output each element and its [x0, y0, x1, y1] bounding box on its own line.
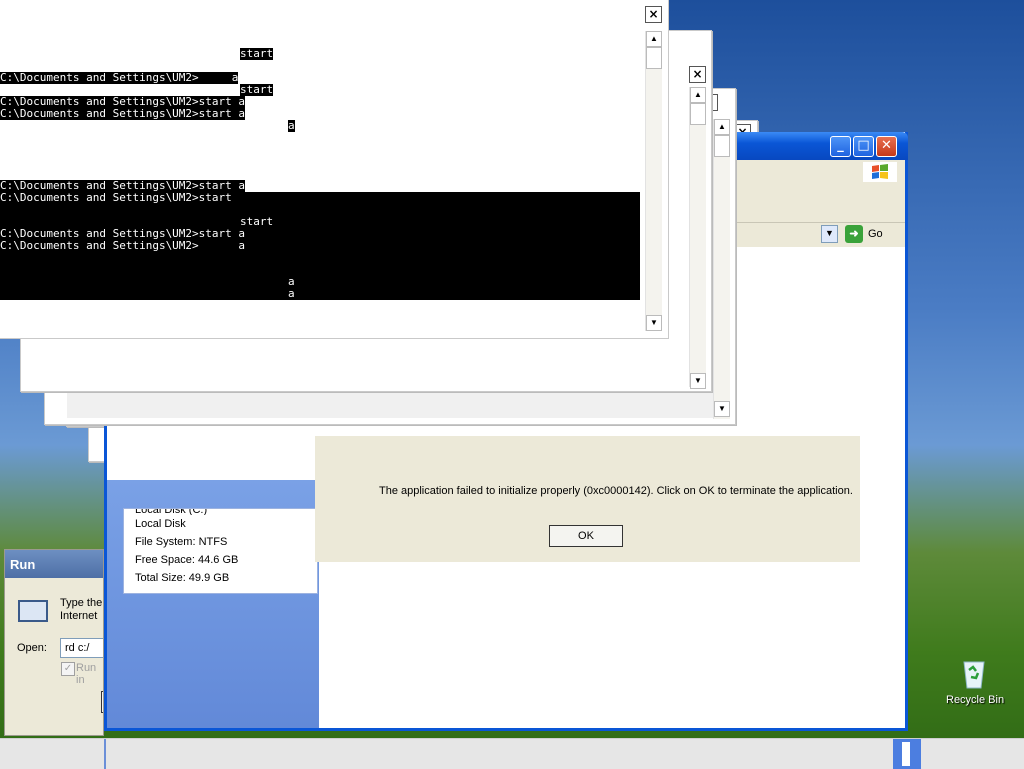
- scroll-down-button[interactable]: ▼: [714, 401, 730, 417]
- scroll-down-button[interactable]: ▼: [646, 315, 662, 331]
- address-dropdown-button[interactable]: ▼: [821, 225, 838, 243]
- scrollbar[interactable]: ▲ ▼: [689, 87, 706, 389]
- scroll-up-button[interactable]: ▲: [646, 31, 662, 47]
- open-input[interactable]: rd c:/: [60, 638, 103, 658]
- go-button-label[interactable]: Go: [868, 228, 883, 240]
- run-dialog: Run Type the Internet Open: rd c:/ ✓ Run…: [4, 549, 104, 736]
- console-line: a: [288, 287, 295, 300]
- error-dialog: The application failed to initialize pro…: [315, 436, 860, 562]
- taskbar-divider: [104, 739, 106, 769]
- close-button[interactable]: ×: [645, 6, 662, 23]
- console-line: C:\Documents and Settings\UM2>start: [0, 191, 232, 204]
- run-program-icon: [18, 600, 48, 622]
- scroll-down-button[interactable]: ▼: [690, 373, 706, 389]
- scroll-thumb[interactable]: [646, 47, 662, 69]
- run-ok-button-partial[interactable]: [101, 691, 103, 713]
- console-line: C:\Documents and Settings\UM2> a: [0, 71, 239, 84]
- recycle-bin-icon[interactable]: [958, 656, 990, 690]
- run-title: Run: [10, 557, 36, 572]
- run-checkbox-label: Run in: [76, 662, 97, 686]
- scroll-up-button[interactable]: ▲: [714, 119, 730, 135]
- close-button[interactable]: ×: [689, 66, 706, 83]
- recycle-bin-label: Recycle Bin: [946, 694, 1005, 706]
- scroll-up-button[interactable]: ▲: [690, 87, 706, 103]
- run-checkbox[interactable]: ✓: [61, 662, 75, 676]
- details-panel: Local Disk (C:) Local Disk File System: …: [123, 508, 318, 594]
- maximize-button[interactable]: □: [853, 136, 874, 157]
- error-message: The application failed to initialize pro…: [379, 485, 853, 497]
- scroll-thumb[interactable]: [714, 135, 730, 157]
- run-titlebar: Run: [5, 550, 103, 578]
- console-output: start C:\Documents and Settings\UM2> a sta…: [0, 0, 640, 300]
- taskbar: [0, 738, 1024, 769]
- console-line: C:\Documents and Settings\UM2>start a: [0, 107, 246, 120]
- taskbar-tray-block[interactable]: [893, 739, 921, 769]
- drive-type: Local Disk: [135, 518, 186, 530]
- console-line: C:\Documents and Settings\UM2> a: [0, 239, 246, 252]
- scrollbar[interactable]: ▲ ▼: [713, 119, 730, 419]
- console-scrollbar[interactable]: ▲ ▼: [645, 31, 662, 331]
- console-line: start: [240, 47, 274, 60]
- windows-logo-icon: [863, 162, 897, 182]
- console-window: start C:\Documents and Settings\UM2> a sta…: [0, 0, 669, 339]
- run-description-2: Internet: [60, 610, 98, 622]
- console-line: a: [288, 119, 295, 132]
- run-description-1: Type the: [60, 597, 103, 609]
- scroll-thumb[interactable]: [690, 103, 706, 125]
- free-space: Free Space: 44.6 GB: [135, 554, 239, 566]
- go-arrow-icon[interactable]: ➜: [845, 225, 863, 243]
- total-size: Total Size: 49.9 GB: [135, 572, 230, 584]
- open-label: Open:: [17, 642, 47, 654]
- ok-button[interactable]: OK: [549, 525, 623, 547]
- close-button[interactable]: ✕: [876, 136, 897, 157]
- minimize-button[interactable]: _: [830, 136, 851, 157]
- file-system: File System: NTFS: [135, 536, 228, 548]
